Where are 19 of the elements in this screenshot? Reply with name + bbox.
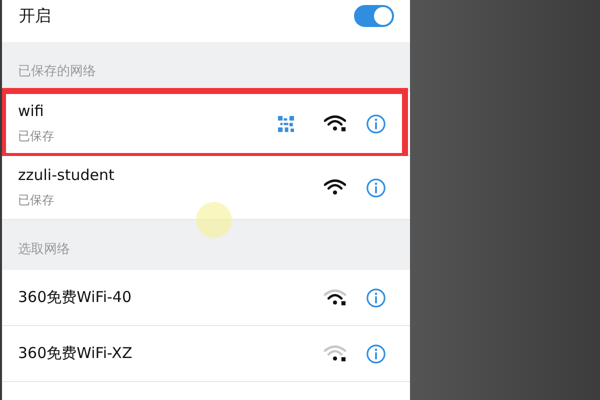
touch-indicator (196, 202, 232, 238)
network-item[interactable]: 360免费WiFi-40 (2, 270, 410, 326)
section-header: 选取网络 (17, 241, 71, 259)
info-icon[interactable] (366, 288, 386, 308)
wlan-switch[interactable] (354, 5, 394, 27)
network-item[interactable]: zzuli-student 已保存 (2, 156, 410, 220)
network-name: wifi (18, 102, 45, 120)
info-icon[interactable] (366, 114, 386, 134)
qr-code-icon[interactable] (278, 116, 294, 132)
wlan-label: 开启 (19, 6, 51, 26)
network-status: 已保存 (18, 192, 55, 209)
network-name: zzuli-student (18, 166, 116, 184)
info-icon[interactable] (366, 344, 386, 364)
network-status: 已保存 (18, 128, 55, 145)
network-name: 360免费WiFi-40 (18, 288, 133, 307)
network-item[interactable]: 360免费WiFi-XZ (2, 326, 410, 382)
network-name: 360免费WiFi-XZ (18, 344, 134, 363)
section-header: 已保存的网络 (17, 63, 97, 81)
info-icon[interactable] (366, 178, 386, 198)
